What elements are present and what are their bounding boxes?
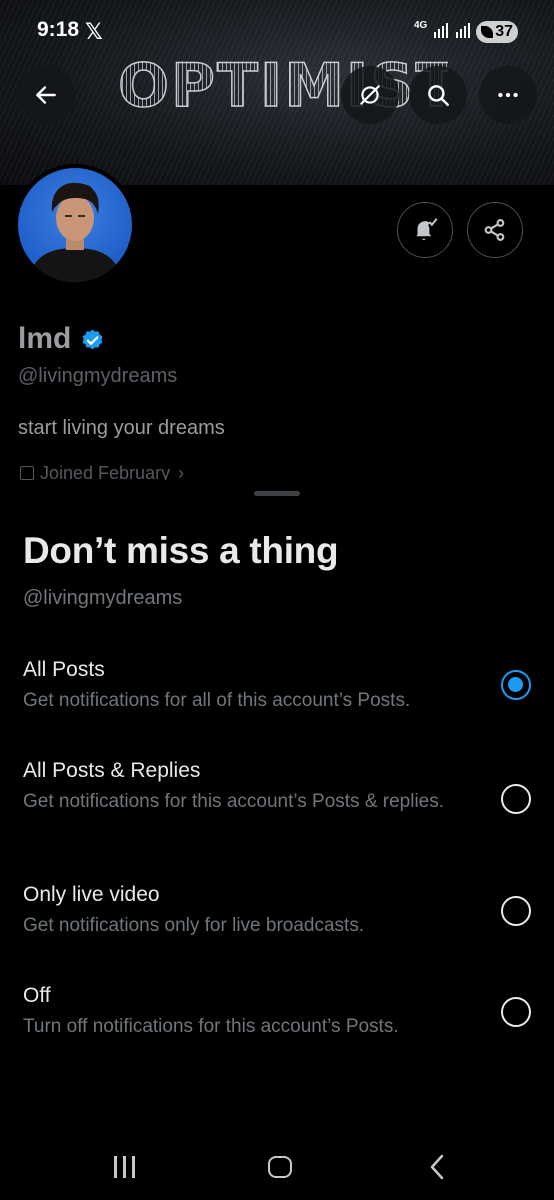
radio-only-live-video[interactable] [501, 896, 531, 926]
battery-saver-icon [481, 26, 493, 38]
verified-badge-icon [82, 329, 103, 350]
calendar-icon [20, 466, 34, 480]
battery-indicator: 37 [476, 21, 518, 43]
profile-handle: @livingmydreams [18, 365, 178, 387]
radio-off[interactable] [501, 997, 531, 1027]
profile-bio: start living your dreams [18, 417, 225, 439]
search-button[interactable] [409, 66, 467, 124]
back-button[interactable] [17, 66, 75, 124]
network-type: 4G [414, 20, 428, 31]
option-description: Get notifications only for live broadcas… [23, 915, 365, 936]
avatar[interactable] [14, 164, 136, 286]
arrow-left-icon [36, 86, 56, 104]
bell-check-icon [416, 218, 438, 241]
option-label: Off [23, 984, 51, 1007]
share-button[interactable] [467, 202, 523, 258]
signal-icon [434, 23, 448, 38]
share-icon [484, 219, 505, 241]
battery-level: 37 [495, 23, 513, 40]
avatar-image [18, 168, 132, 282]
status-time: 9:18 [37, 18, 80, 41]
radio-all-posts-replies[interactable] [501, 784, 531, 814]
sheet-grabber[interactable] [254, 491, 300, 496]
grok-icon [360, 85, 380, 105]
status-bar: 9:18 𝕏 4G 37 [0, 0, 554, 64]
notification-settings-sheet: Don’t miss a thing @livingmydreams All P… [0, 480, 554, 1200]
option-description: Get notifications for all of this accoun… [23, 690, 411, 711]
option-label: All Posts & Replies [23, 759, 201, 782]
home-icon[interactable] [268, 1156, 292, 1178]
avatar-portrait [28, 182, 122, 282]
option-description: Turn off notifications for this account’… [23, 1016, 399, 1037]
profile-name: lmd [18, 322, 72, 355]
grok-button[interactable] [341, 66, 399, 124]
banner-text: OPTIMIST [118, 56, 448, 116]
sheet-handle: @livingmydreams [23, 587, 183, 609]
option-all-posts[interactable]: All Posts Get notifications for all of t… [0, 658, 554, 738]
option-only-live-video[interactable]: Only live video Get notifications only f… [0, 883, 554, 963]
search-icon [428, 85, 449, 106]
more-button[interactable] [479, 66, 537, 124]
sheet-title: Don’t miss a thing [23, 530, 339, 571]
option-label: Only live video [23, 883, 160, 906]
option-description: Get notifications for this account’s Pos… [23, 791, 445, 812]
recent-apps-icon[interactable] [114, 1156, 138, 1178]
option-label: All Posts [23, 658, 105, 681]
option-all-posts-replies[interactable]: All Posts & Replies Get notifications fo… [0, 759, 554, 859]
radio-all-posts[interactable] [501, 670, 531, 700]
signal-icon-2 [456, 23, 470, 38]
x-logo-icon: 𝕏 [85, 19, 103, 44]
system-nav-bar [0, 1130, 554, 1200]
notifications-button[interactable] [397, 202, 453, 258]
more-horizontal-icon [498, 92, 518, 98]
back-icon[interactable] [428, 1154, 446, 1180]
option-off[interactable]: Off Turn off notifications for this acco… [0, 984, 554, 1064]
